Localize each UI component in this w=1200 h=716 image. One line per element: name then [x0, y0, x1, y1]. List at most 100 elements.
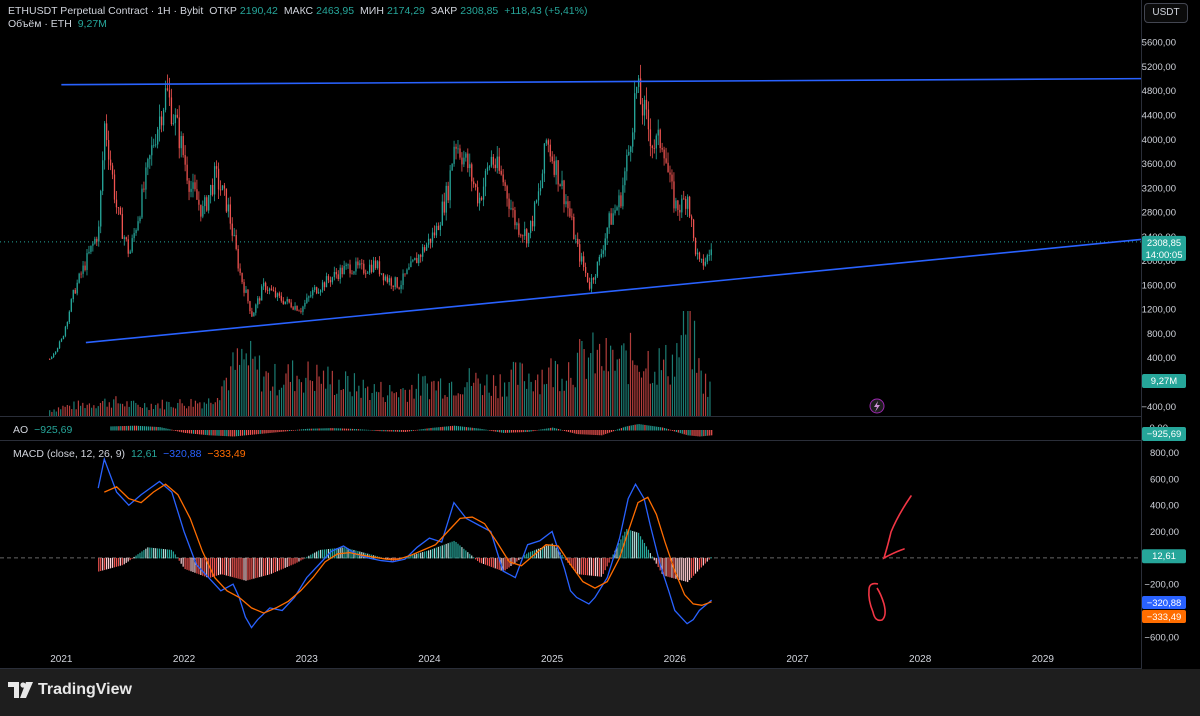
symbol-title[interactable]: ETHUSDT Perpetual Contract · 1H · Bybit: [8, 5, 203, 17]
macd-histogram-bar: [708, 557, 710, 560]
volume-bar: [453, 395, 455, 416]
volume-bar: [590, 353, 592, 416]
price-candle: [667, 162, 669, 173]
macd-histogram-bar: [692, 557, 695, 576]
price-candle: [100, 191, 102, 227]
ao-bar: [261, 430, 263, 434]
macd-histogram-bar: [524, 555, 526, 559]
ao-bar: [420, 429, 422, 431]
macd-histogram-bar: [600, 557, 602, 577]
volume-bar: [360, 397, 362, 416]
macd-histogram-bar: [480, 557, 483, 564]
price-candle: [400, 285, 402, 289]
price-candle: [318, 292, 320, 294]
price-candle: [369, 264, 371, 273]
ao-label[interactable]: AO: [13, 424, 28, 436]
volume-bar: [269, 390, 272, 416]
volume-bar: [506, 396, 508, 416]
volume-bar: [532, 391, 534, 416]
ao-bar: [510, 430, 513, 433]
price-candle: [337, 274, 339, 280]
ao-bar: [281, 430, 283, 432]
trendlines[interactable]: [61, 77, 1142, 344]
ao-bar: [292, 430, 295, 431]
volume-bar: [384, 401, 386, 416]
price-candle: [655, 135, 657, 149]
price-candle: [677, 200, 679, 210]
ao-bar: [194, 430, 197, 434]
macd-histogram-bar: [469, 553, 471, 559]
ao-bar: [349, 428, 352, 431]
ao-bar: [369, 429, 371, 431]
volume-bar: [227, 390, 230, 416]
price-candle: [604, 238, 606, 251]
currency-button[interactable]: USDT: [1144, 3, 1188, 23]
price-candle: [669, 172, 671, 175]
macd-histogram-bar: [429, 549, 432, 559]
volume-bar: [481, 395, 484, 416]
price-candle: [588, 281, 591, 289]
ao-bar: [206, 430, 208, 436]
volume-bar: [135, 402, 137, 416]
macd-histogram-bar: [104, 557, 106, 570]
price-candle: [508, 198, 510, 209]
ao-bar: [179, 430, 181, 432]
annotations: [868, 398, 912, 622]
macd-histogram-bar: [178, 557, 180, 561]
macd-histogram-bar: [520, 557, 522, 559]
price-candle: [575, 238, 577, 240]
macd-legend: MACD (close, 12, 26, 9) 12,61 −320,88 −3…: [13, 448, 249, 460]
volume-bar: [534, 380, 537, 416]
macd-histogram-bar: [245, 557, 247, 581]
ao-bar: [693, 430, 695, 436]
volume-bar: [616, 359, 618, 416]
price-candle: [475, 184, 477, 188]
ao-bar: [161, 427, 163, 431]
ao-bar: [224, 430, 226, 437]
ao-bar: [130, 425, 132, 431]
ao-bar: [444, 426, 446, 431]
macd-histogram-bar: [596, 557, 598, 577]
macd-histogram-bar: [514, 557, 516, 564]
price-candle: [53, 354, 55, 358]
macd-histogram-bar: [645, 546, 648, 559]
volume-bar: [181, 403, 183, 416]
volume-bar: [466, 382, 468, 416]
ao-bar: [581, 430, 583, 435]
ao-value: −925,69: [34, 424, 73, 436]
macd-histogram-bar: [516, 557, 518, 562]
macd-histogram-bar: [683, 557, 685, 582]
volume-label[interactable]: Объём · ETH: [8, 18, 72, 30]
price-candle: [637, 78, 640, 87]
ao-bar: [306, 428, 308, 431]
volume-bar: [709, 381, 711, 416]
price-candle: [449, 170, 451, 201]
ao-bar: [230, 430, 232, 437]
macd-histogram-bar: [323, 549, 326, 559]
macd-histogram-bar: [486, 557, 489, 566]
ao-bar: [128, 425, 130, 431]
macd-label[interactable]: MACD (close, 12, 26, 9): [13, 448, 125, 460]
volume-bar: [541, 369, 543, 416]
macd-histogram-bar: [241, 557, 243, 580]
macd-histogram-bar: [180, 557, 182, 564]
ao-bar: [469, 427, 471, 431]
volume-bar: [587, 357, 590, 416]
volume-bar: [398, 397, 400, 416]
volume-bar: [309, 380, 311, 416]
tradingview-logo[interactable]: TradingView: [8, 681, 132, 699]
chart-canvas[interactable]: 2021 2022 2023 2024 2025 2026 2027 2028 2029 5600…: [0, 0, 1200, 669]
ao-bar: [336, 428, 338, 431]
volume-bar: [579, 339, 581, 416]
volume-bar: [190, 398, 192, 416]
price-candle: [155, 144, 157, 146]
price-candle: [139, 217, 141, 222]
ao-bar: [183, 430, 185, 433]
volume-bar: [369, 400, 371, 416]
ao-bar: [556, 428, 558, 431]
volume-bar: [574, 387, 576, 416]
macd-histogram-bar: [437, 546, 439, 559]
ao-bar: [491, 430, 493, 432]
ao-bar: [662, 427, 664, 431]
price-candle: [212, 185, 214, 195]
